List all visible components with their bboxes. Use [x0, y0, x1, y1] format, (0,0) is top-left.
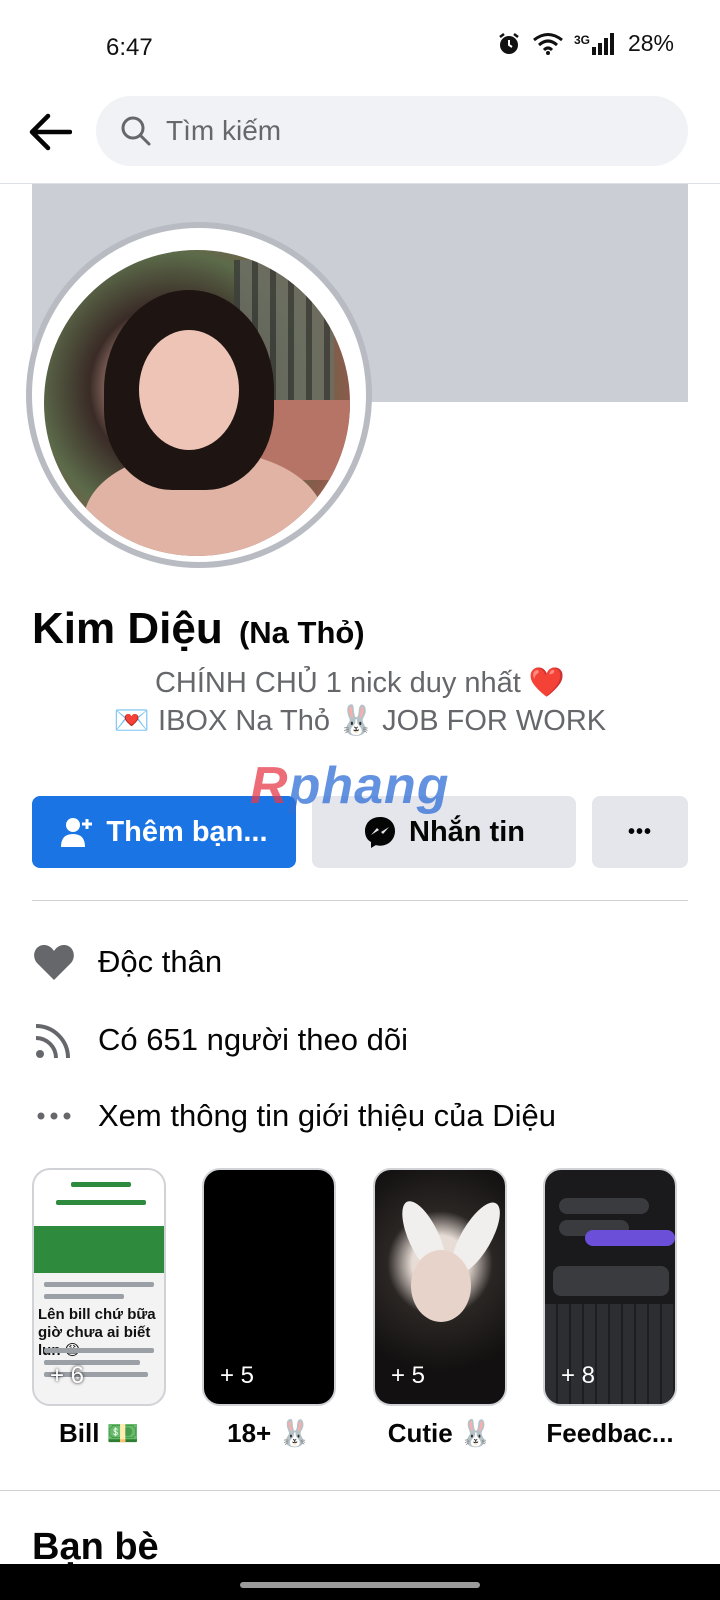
section-divider — [0, 1490, 720, 1491]
avatar-face — [139, 330, 239, 450]
wifi-icon — [532, 32, 564, 56]
highlight-item[interactable]: Lên bill chứ bữa giờ chưa ai biết lun 😩 … — [32, 1168, 166, 1449]
status-bar: 6:47 3G 28% — [0, 0, 720, 96]
chat-bubble — [585, 1230, 675, 1246]
highlight-cover-feedback[interactable]: + 8 — [543, 1168, 677, 1406]
ellipsis-icon: ••• — [627, 820, 652, 843]
highlight-item[interactable]: + 5 18+ 🐰 — [202, 1168, 336, 1449]
home-gesture-handle[interactable] — [240, 1582, 480, 1588]
highlight-count: + 8 — [561, 1362, 596, 1389]
bill-decor — [44, 1348, 154, 1353]
friends-section-title: Bạn bè — [32, 1526, 159, 1568]
bill-decor — [44, 1294, 124, 1299]
profile-bio: CHÍNH CHỦ 1 nick duy nhất ❤️ 💌 IBOX Na T… — [0, 664, 720, 740]
chat-bubble — [559, 1198, 649, 1214]
highlight-label: Cutie 🐰 — [387, 1418, 493, 1448]
heart-icon — [32, 940, 76, 984]
message-label: Nhắn tin — [409, 815, 525, 848]
person-add-icon — [60, 815, 94, 849]
ellipsis-icon — [32, 1094, 76, 1138]
status-time: 6:47 — [106, 34, 153, 61]
cellular-icon: 3G — [573, 32, 616, 55]
highlight-label: 18+ 🐰 — [227, 1418, 311, 1448]
watermark-part-2: phang — [288, 757, 450, 815]
arrow-left-icon — [28, 112, 73, 157]
info-followers[interactable]: Có 651 người theo dõi — [32, 1018, 408, 1062]
highlight-count: + 6 — [50, 1362, 85, 1389]
network-type: 3G — [573, 32, 590, 47]
cutie-face — [411, 1250, 471, 1322]
chat-bubble — [553, 1266, 669, 1296]
search-input[interactable] — [166, 115, 646, 147]
profile-name: Kim Diệu (Na Thỏ) — [32, 604, 365, 654]
highlights-row: Lên bill chứ bữa giờ chưa ai biết lun 😩 … — [32, 1168, 720, 1448]
highlight-count: + 5 — [391, 1362, 426, 1389]
profile-avatar[interactable] — [44, 250, 350, 556]
highlight-label: Bill 💵 — [58, 1418, 140, 1448]
highlight-cover-cutie[interactable]: + 5 — [373, 1168, 507, 1406]
highlight-count: + 5 — [220, 1362, 255, 1389]
battery-level: 28% — [627, 30, 674, 56]
back-button[interactable] — [26, 110, 74, 158]
profile-name-text: Kim Diệu — [32, 604, 223, 653]
search-icon — [120, 115, 152, 147]
highlight-cover-18[interactable]: + 5 — [202, 1168, 336, 1406]
relationship-text: Độc thân — [98, 944, 223, 979]
followers-text: Có 651 người theo dõi — [98, 1022, 408, 1057]
watermark-part-1: R — [250, 757, 289, 815]
bill-decor — [56, 1200, 146, 1205]
rss-icon — [32, 1018, 76, 1062]
alarm-icon — [496, 31, 522, 57]
highlight-label: Feedbac... — [546, 1418, 674, 1448]
info-about[interactable]: Xem thông tin giới thiệu của Diệu — [32, 1094, 556, 1138]
highlight-item[interactable]: + 5 Cutie 🐰 — [373, 1168, 507, 1449]
add-friend-label: Thêm bạn... — [106, 815, 268, 848]
watermark: Rphang — [250, 756, 450, 816]
more-options-button[interactable]: ••• — [592, 796, 688, 868]
bio-line-1: CHÍNH CHỦ 1 nick duy nhất ❤️ — [154, 667, 565, 699]
bio-line-2: 💌 IBOX Na Thỏ 🐰 JOB FOR WORK — [113, 705, 607, 737]
highlight-cover-bill[interactable]: Lên bill chứ bữa giờ chưa ai biết lun 😩 … — [32, 1168, 166, 1406]
search-box[interactable] — [96, 96, 688, 166]
highlight-item[interactable]: + 8 Feedbac... — [543, 1168, 677, 1449]
bill-decor — [44, 1282, 154, 1287]
profile-nickname: (Na Thỏ) — [238, 615, 365, 650]
header-bar — [0, 96, 720, 184]
bill-decor — [71, 1182, 131, 1187]
messenger-icon — [363, 815, 397, 849]
status-icons: 3G 28% — [496, 30, 674, 57]
info-relationship: Độc thân — [32, 940, 222, 984]
divider — [32, 900, 688, 901]
about-text: Xem thông tin giới thiệu của Diệu — [98, 1098, 557, 1133]
